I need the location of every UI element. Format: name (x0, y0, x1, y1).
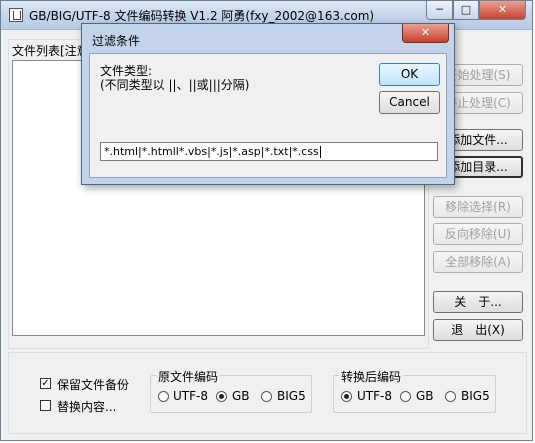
cancel-button[interactable]: Cancel (379, 91, 440, 114)
about-button[interactable]: 关 于... (433, 291, 523, 313)
file-list-label: 文件列表[注意 (12, 44, 89, 58)
target-utf8-radio[interactable] (341, 391, 352, 402)
minimize-button[interactable]: ─ (426, 1, 453, 20)
target-gb-radio[interactable] (400, 391, 411, 402)
target-utf8-label: UTF-8 (357, 389, 392, 403)
reverse-remove-button[interactable]: 反向移除(U) (433, 223, 523, 245)
source-big5-radio[interactable] (261, 391, 272, 402)
dialog-title: 过滤条件 (92, 34, 141, 48)
backup-label: 保留文件备份 (57, 378, 130, 392)
source-utf8-radio[interactable] (158, 391, 169, 402)
source-encoding-legend: 原文件编码 (156, 368, 221, 385)
window-title: GB/BIG/UTF-8 文件编码转换 V1.2 阿勇(fxy_2002@163… (29, 9, 375, 23)
filter-dialog: 过滤条件 ✕ 文件类型: (不同类型以 ||、||或|||分隔) OK Canc… (81, 23, 455, 185)
remove-all-button[interactable]: 全部移除(A) (433, 251, 523, 273)
document-icon (9, 8, 23, 22)
dialog-close-button[interactable]: ✕ (402, 24, 449, 43)
replace-content-label: 替换内容... (57, 400, 117, 414)
ok-button[interactable]: OK (379, 63, 440, 86)
source-gb-radio[interactable] (216, 391, 227, 402)
target-gb-label: GB (416, 389, 434, 403)
filter-input-value: *.html|*.htmll*.vbs|*.js|*.asp|*.txt|*.c… (104, 145, 319, 158)
maximize-button[interactable]: □ (453, 1, 479, 20)
target-big5-radio[interactable] (445, 391, 456, 402)
source-utf8-label: UTF-8 (173, 389, 208, 403)
close-button[interactable]: ✕ (479, 1, 526, 20)
source-big5-label: BIG5 (277, 389, 306, 403)
exit-button[interactable]: 退 出(X) (433, 319, 523, 341)
backup-checkbox[interactable]: ✓ (40, 378, 51, 389)
file-type-hint: (不同类型以 ||、||或|||分隔) (100, 78, 250, 92)
remove-selected-button[interactable]: 移除选择(R) (433, 196, 523, 218)
dialog-body: 文件类型: (不同类型以 ||、||或|||分隔) OK Cancel *.ht… (89, 53, 447, 178)
source-gb-label: GB (232, 389, 250, 403)
filter-input[interactable]: *.html|*.htmll*.vbs|*.js|*.asp|*.txt|*.c… (100, 142, 438, 161)
text-caret (319, 146, 321, 158)
replace-content-checkbox[interactable] (40, 400, 51, 411)
target-big5-label: BIG5 (461, 389, 490, 403)
checkmark-icon: ✓ (41, 378, 50, 389)
target-encoding-legend: 转换后编码 (339, 368, 404, 385)
